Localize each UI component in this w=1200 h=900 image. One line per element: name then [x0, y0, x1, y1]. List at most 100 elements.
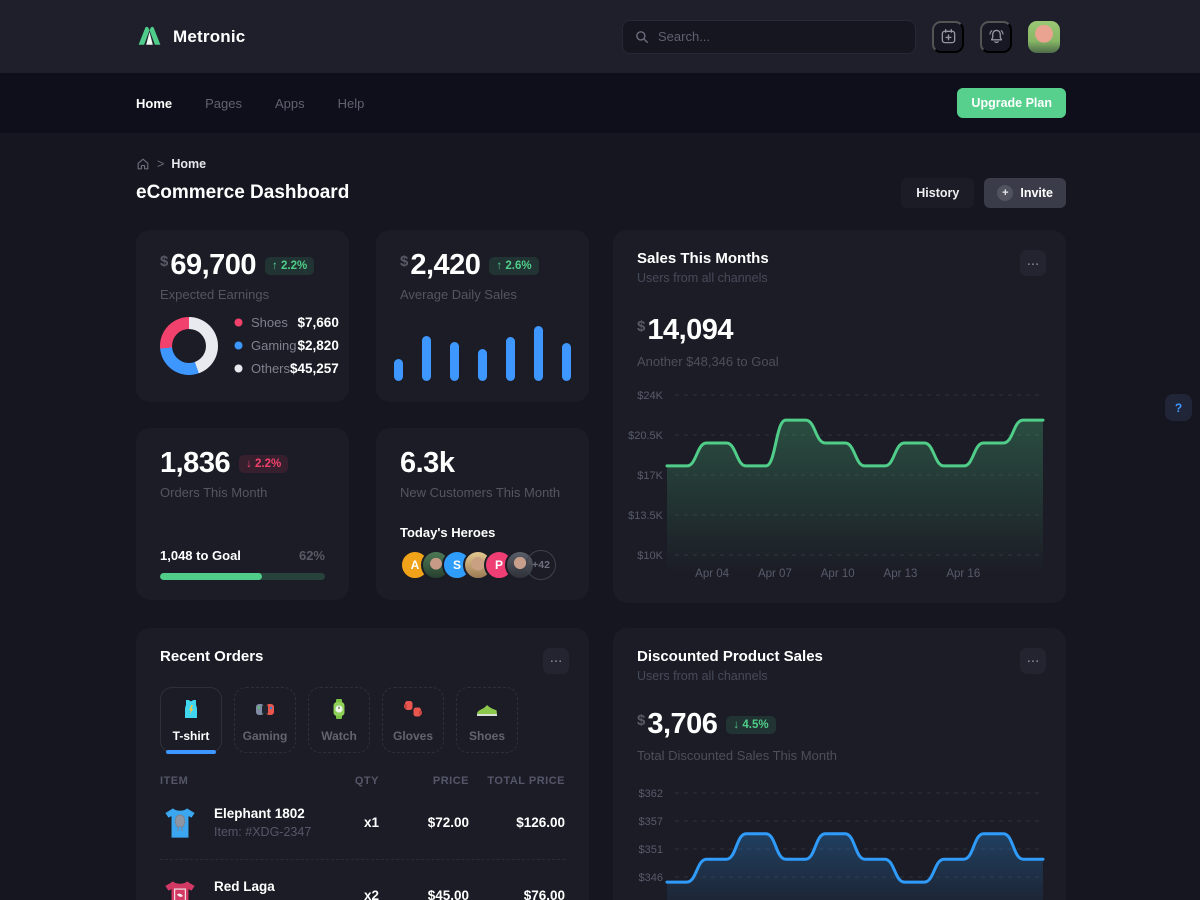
customers-value: 6.3k — [400, 448, 454, 480]
currency-prefix: $ — [637, 318, 645, 335]
svg-text:$346: $346 — [639, 872, 663, 884]
breadcrumb: > Home — [136, 157, 1066, 171]
qty-cell: x2 — [327, 888, 379, 900]
nav-item-help[interactable]: Help — [338, 96, 365, 111]
orders-delta-badge: ↓ 2.2% — [239, 455, 288, 473]
tab-tshirt[interactable]: T-shirt — [160, 687, 222, 753]
new-customers-card: 6.3k New Customers This Month Today's He… — [376, 428, 589, 600]
shoe-icon — [474, 696, 500, 722]
earnings-donut — [160, 317, 218, 375]
orders-goal-row: 1,048 to Goal 62% — [160, 548, 325, 563]
legend-row-others: Others $45,257 — [234, 357, 339, 380]
item-text: Red Laga Item: #XDG-1321 — [214, 879, 311, 900]
nav-item-apps[interactable]: Apps — [275, 96, 305, 111]
tab-watch[interactable]: Watch — [308, 687, 370, 753]
header-total-price: TOTAL PRICE — [469, 775, 565, 787]
item-name: Red Laga — [214, 879, 311, 894]
orders-value-row: 1,836 ↓ 2.2% — [160, 448, 325, 480]
price-cell: $72.00 — [379, 815, 469, 830]
main-nav: Home Pages Apps Help Upgrade Plan — [0, 73, 1200, 133]
user-avatar[interactable] — [1028, 21, 1060, 53]
legend-dot-shoes — [234, 318, 243, 327]
more-options-icon[interactable]: ... — [543, 648, 569, 674]
home-icon[interactable] — [136, 157, 150, 171]
total-cell: $126.00 — [469, 815, 565, 830]
invite-button[interactable]: + Invite — [984, 178, 1066, 208]
orders-progress-fill — [160, 573, 262, 580]
table-row[interactable]: Elephant 1802 Item: #XDG-2347 x1 $72.00 … — [160, 787, 565, 860]
more-options-icon[interactable]: ... — [1020, 250, 1046, 276]
legend-value: $45,257 — [290, 361, 339, 376]
history-button[interactable]: History — [901, 178, 974, 208]
customers-label: New Customers This Month — [400, 485, 565, 500]
table-row[interactable]: Red Laga Item: #XDG-1321 x2 $45.00 $76.0… — [160, 860, 565, 900]
discounted-value-row: $ 3,706 ↓ 4.5% — [637, 709, 1042, 741]
topbar: Metronic Search... — [0, 0, 1200, 73]
nav-item-pages[interactable]: Pages — [205, 96, 242, 111]
notifications-button[interactable] — [980, 21, 1012, 53]
discounted-product-sales-card: Discounted Product Sales Users from all … — [613, 628, 1066, 900]
brand-logo[interactable]: Metronic — [136, 23, 245, 50]
more-options-icon[interactable]: ... — [1020, 648, 1046, 674]
breadcrumb-home[interactable]: Home — [171, 157, 206, 171]
customers-value-row: 6.3k — [400, 448, 565, 480]
sales-value-row: $ 14,094 — [637, 315, 1042, 347]
svg-text:$362: $362 — [639, 788, 663, 800]
title-row: eCommerce Dashboard History + Invite — [136, 178, 1066, 208]
orders-label: Orders This Month — [160, 485, 325, 500]
hero-avatar-more[interactable]: +42 — [526, 550, 556, 580]
discounted-line-chart: $362$357$351$346$340 — [621, 779, 1051, 900]
legend-value: $7,660 — [298, 315, 339, 330]
earnings-breakdown: Shoes $7,660 Gaming $2,820 Others $45,25… — [160, 311, 325, 382]
currency-prefix: $ — [400, 253, 408, 270]
discounted-subtitle: Users from all channels — [637, 669, 1042, 683]
tab-shoes[interactable]: Shoes — [456, 687, 518, 753]
tab-label: T-shirt — [173, 729, 210, 743]
svg-text:$357: $357 — [639, 816, 663, 828]
price-cell: $45.00 — [379, 888, 469, 900]
total-cell: $76.00 — [469, 888, 565, 900]
tab-gloves[interactable]: Gloves — [382, 687, 444, 753]
tshirt-icon — [178, 696, 204, 722]
plus-icon: + — [997, 185, 1013, 201]
earnings-legend: Shoes $7,660 Gaming $2,820 Others $45,25… — [234, 311, 339, 380]
search-icon — [635, 30, 649, 44]
orders-goal-percent: 62% — [299, 548, 325, 563]
earnings-value: 69,700 — [170, 250, 256, 282]
legend-dot-others — [234, 364, 243, 373]
brand-name: Metronic — [173, 27, 245, 47]
page-title: eCommerce Dashboard — [136, 182, 349, 204]
svg-text:$20.5K: $20.5K — [628, 430, 664, 442]
help-button[interactable]: ? — [1165, 394, 1192, 421]
average-daily-sales-card: $ 2,420 ↑ 2.6% Average Daily Sales — [376, 230, 589, 402]
upgrade-plan-button[interactable]: Upgrade Plan — [957, 88, 1066, 118]
recent-orders-card: Recent Orders ... T-shirt — [136, 628, 589, 900]
header-item: ITEM — [160, 775, 327, 787]
topbar-actions: Search... — [622, 20, 1060, 54]
item-id: Item: #XDG-2347 — [214, 825, 311, 839]
product-tshirt-icon — [160, 802, 200, 844]
earnings-label: Expected Earnings — [160, 287, 325, 302]
daily-sales-chart-wrap — [393, 323, 565, 386]
dashboard-grid: $ 69,700 ↑ 2.2% Expected Earnings Shoes … — [136, 230, 1066, 900]
earnings-value-row: $ 69,700 ↑ 2.2% — [160, 250, 325, 282]
sales-this-months-card: Sales This Months Users from all channel… — [613, 230, 1066, 603]
category-tabs: T-shirt Gaming — [160, 687, 565, 753]
discounted-title: Discounted Product Sales — [637, 648, 1042, 665]
page-content: > Home eCommerce Dashboard History + Inv… — [0, 133, 1200, 900]
stats-grid: $ 69,700 ↑ 2.2% Expected Earnings Shoes … — [136, 230, 589, 603]
recent-orders-title: Recent Orders — [160, 648, 565, 665]
heroes-label: Today's Heroes — [400, 525, 565, 540]
tab-gaming[interactable]: Gaming — [234, 687, 296, 753]
invite-label: Invite — [1020, 186, 1053, 200]
nav-item-home[interactable]: Home — [136, 96, 172, 111]
bell-icon — [988, 28, 1005, 45]
search-input[interactable]: Search... — [622, 20, 916, 54]
svg-text:$13.5K: $13.5K — [628, 510, 664, 522]
discounted-label: Total Discounted Sales This Month — [637, 748, 1042, 763]
watch-icon — [326, 696, 352, 722]
legend-name: Shoes — [251, 315, 288, 330]
orders-table: ITEM QTY PRICE TOTAL PRICE Elephant 1802… — [160, 775, 565, 900]
table-header: ITEM QTY PRICE TOTAL PRICE — [160, 775, 565, 787]
add-event-button[interactable] — [932, 21, 964, 53]
